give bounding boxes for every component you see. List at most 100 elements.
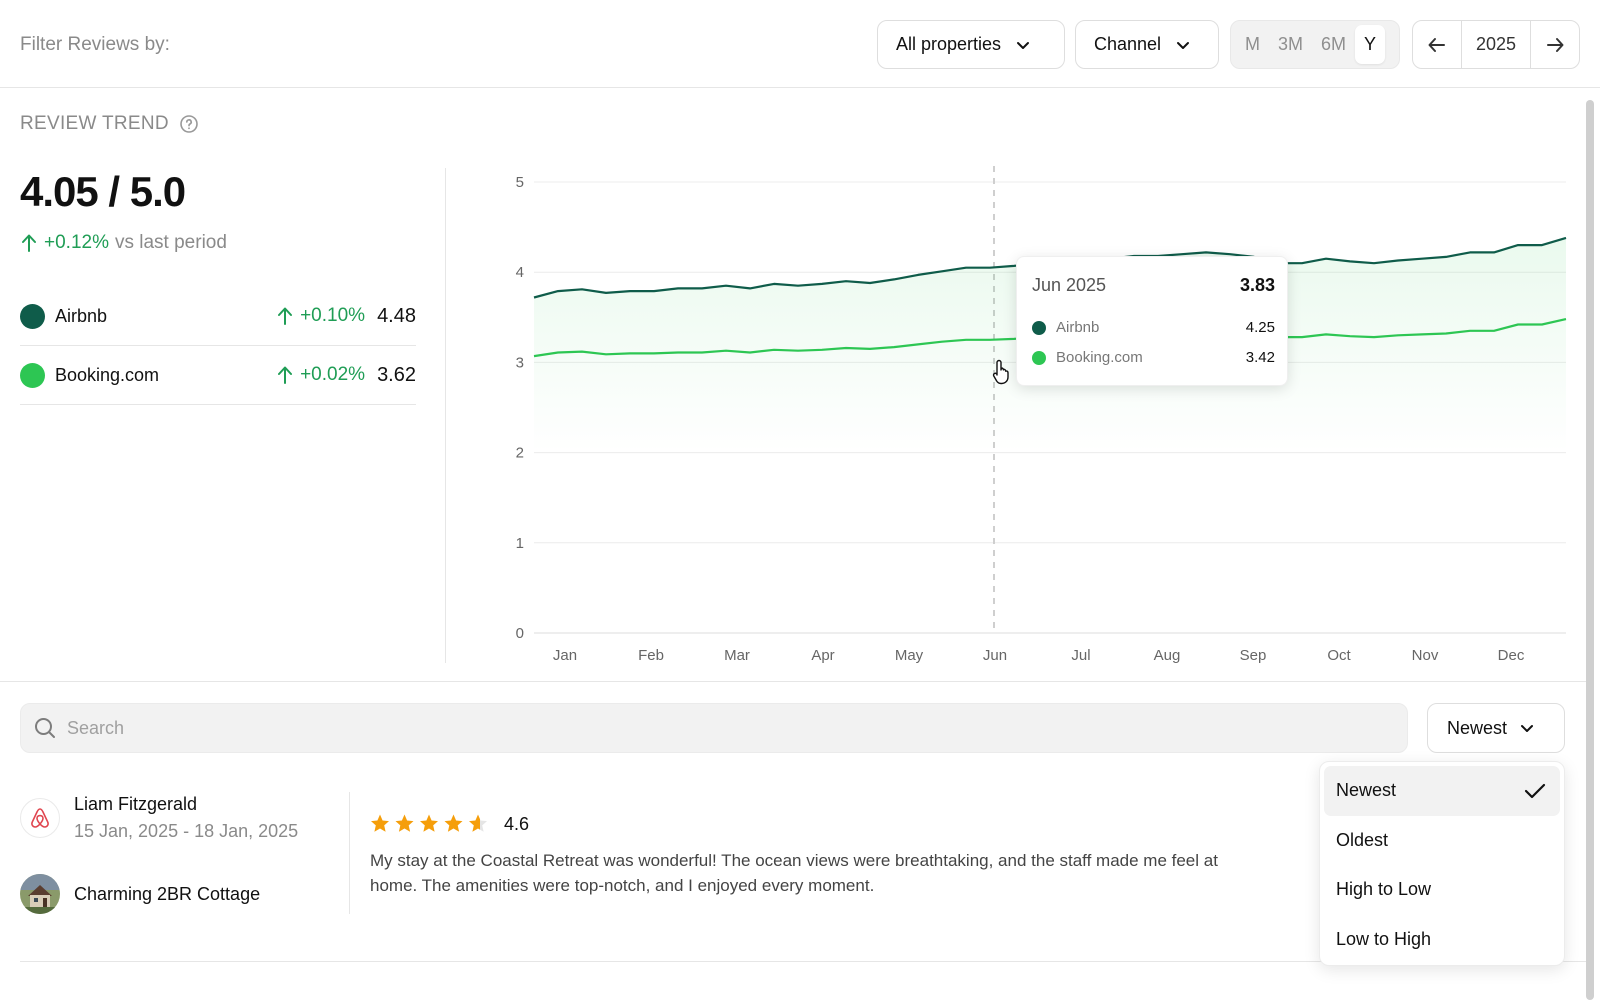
tooltip-series-name: Airbnb bbox=[1056, 319, 1100, 336]
section-divider bbox=[0, 681, 1586, 682]
period-selector: M 3M 6M Y bbox=[1230, 20, 1400, 69]
star-icon bbox=[371, 814, 389, 832]
vertical-divider bbox=[445, 168, 446, 663]
channel-name: Airbnb bbox=[55, 305, 108, 326]
x-tick-label: Nov bbox=[1412, 647, 1439, 664]
x-tick-label: Feb bbox=[638, 647, 664, 664]
airbnb-logo bbox=[20, 798, 60, 838]
booking-color-dot bbox=[20, 362, 45, 388]
y-tick-label: 1 bbox=[516, 535, 524, 552]
property-thumbnail bbox=[20, 874, 60, 914]
search-input[interactable] bbox=[67, 717, 1367, 739]
search-icon bbox=[35, 718, 55, 738]
sort-option-low-to-high[interactable]: Low to High bbox=[1324, 915, 1560, 965]
x-tick-label: Apr bbox=[811, 647, 834, 664]
arrow-up-icon bbox=[278, 366, 293, 384]
sort-option-label: Newest bbox=[1336, 780, 1397, 801]
y-tick-label: 0 bbox=[516, 625, 524, 642]
x-tick-label: Sep bbox=[1240, 647, 1267, 664]
y-tick-label: 4 bbox=[516, 264, 524, 281]
star-icon bbox=[395, 814, 414, 832]
properties-dropdown[interactable]: All properties bbox=[877, 20, 1065, 69]
airbnb-color-dot bbox=[1032, 320, 1046, 335]
sort-dropdown[interactable]: Newest bbox=[1427, 703, 1565, 753]
year-navigator: 2025 bbox=[1412, 20, 1580, 69]
reviewer-name: Liam Fitzgerald bbox=[74, 794, 198, 814]
y-tick-label: 2 bbox=[516, 445, 524, 462]
star-icon bbox=[444, 814, 463, 832]
chart-tooltip: Jun 2025 3.83 Airbnb 4.25 Booking.com 3.… bbox=[1016, 256, 1288, 386]
arrow-right-icon bbox=[1547, 37, 1564, 52]
search-bar bbox=[20, 703, 1408, 753]
x-tick-label: Jan bbox=[553, 647, 577, 664]
hand-cursor-icon bbox=[992, 359, 1009, 385]
x-tick-label: Oct bbox=[1327, 647, 1351, 664]
check-icon bbox=[1524, 783, 1546, 798]
period-option-m[interactable]: M bbox=[1236, 25, 1269, 64]
channel-change-value: +0.10% bbox=[300, 305, 366, 326]
channel-change: +0.02% bbox=[276, 364, 365, 386]
overall-change-suffix: vs last period bbox=[114, 232, 227, 253]
overall-score: 4.05 / 5.0 bbox=[20, 168, 186, 215]
channel-row-booking: Booking.com +0.02% 3.62 bbox=[20, 346, 416, 405]
arrow-up-icon bbox=[278, 307, 293, 325]
booking-color-dot bbox=[1032, 350, 1046, 365]
stay-dates: 15 Jan, 2025 - 18 Jan, 2025 bbox=[74, 821, 299, 841]
properties-dropdown-label: All properties bbox=[896, 34, 1002, 54]
channel-score: 3.62 bbox=[377, 363, 416, 386]
arrow-left-icon bbox=[1428, 37, 1445, 52]
channel-name: Booking.com bbox=[55, 364, 160, 385]
airbnb-icon bbox=[31, 808, 49, 828]
filter-label: Filter Reviews by: bbox=[20, 34, 170, 55]
x-tick-label: Jun bbox=[983, 647, 1007, 664]
filter-bar: Filter Reviews by: All properties Channe… bbox=[0, 0, 1600, 88]
previous-year-button[interactable] bbox=[1413, 21, 1461, 68]
channel-change-value: +0.02% bbox=[300, 364, 366, 385]
tooltip-month: Jun 2025 bbox=[1032, 275, 1107, 295]
help-icon[interactable] bbox=[179, 114, 199, 134]
sort-option-label: Low to High bbox=[1336, 928, 1432, 949]
channel-change: +0.10% bbox=[276, 305, 365, 327]
tooltip-series-value: 3.42 bbox=[1245, 349, 1275, 366]
sort-option-newest[interactable]: Newest bbox=[1324, 766, 1560, 816]
rating-value: 4.6 bbox=[504, 813, 530, 834]
chevron-down-icon bbox=[1521, 725, 1534, 732]
period-option-y[interactable]: Y bbox=[1355, 25, 1386, 64]
year-label: 2025 bbox=[1461, 21, 1531, 68]
x-tick-label: Dec bbox=[1498, 647, 1525, 664]
section-title: REVIEW TREND bbox=[20, 113, 199, 135]
tooltip-series-name: Booking.com bbox=[1056, 349, 1143, 366]
property-name: Charming 2BR Cottage bbox=[74, 884, 261, 904]
scrollbar[interactable] bbox=[1586, 100, 1594, 1000]
star-icon bbox=[469, 814, 487, 832]
review-trend-chart[interactable]: 0 1 2 3 4 5 Jan Feb Mar Apr May Jun Jul Aug Sep Oct Nov D… bbox=[470, 150, 1580, 670]
channel-dropdown-label: Channel bbox=[1094, 34, 1162, 54]
tooltip-row-booking: Booking.com 3.42 bbox=[1032, 349, 1275, 366]
sort-selected-label: Newest bbox=[1447, 717, 1508, 738]
channel-row-airbnb: Airbnb +0.10% 4.48 bbox=[20, 287, 416, 346]
channel-score: 4.48 bbox=[377, 304, 416, 327]
review-trend-title: REVIEW TREND bbox=[20, 113, 169, 134]
star-icon bbox=[420, 814, 438, 832]
next-year-button[interactable] bbox=[1531, 21, 1579, 68]
property-photo bbox=[20, 874, 60, 914]
star-rating: 4.6 bbox=[370, 812, 529, 836]
x-tick-label: May bbox=[895, 647, 924, 664]
tooltip-series-value: 4.25 bbox=[1245, 319, 1275, 336]
chevron-down-icon bbox=[1177, 41, 1190, 49]
review-text: My stay at the Coastal Retreat was wonde… bbox=[370, 851, 1218, 895]
sort-option-high-to-low[interactable]: High to Low bbox=[1324, 865, 1560, 915]
rating-stars bbox=[371, 814, 487, 832]
sort-option-oldest[interactable]: Oldest bbox=[1324, 816, 1560, 866]
x-tick-label: Jul bbox=[1071, 647, 1090, 664]
airbnb-color-dot bbox=[20, 303, 45, 329]
period-option-3m[interactable]: 3M bbox=[1269, 25, 1312, 64]
x-tick-label: Aug bbox=[1154, 647, 1181, 664]
period-option-6m[interactable]: 6M bbox=[1312, 25, 1355, 64]
chevron-down-icon bbox=[1017, 41, 1030, 49]
y-tick-label: 3 bbox=[516, 354, 524, 371]
channel-dropdown[interactable]: Channel bbox=[1075, 20, 1219, 69]
arrow-up-icon bbox=[22, 234, 36, 252]
tooltip-total: 3.83 bbox=[1239, 275, 1275, 295]
sort-menu: Newest Oldest High to Low Low to High bbox=[1319, 761, 1565, 966]
